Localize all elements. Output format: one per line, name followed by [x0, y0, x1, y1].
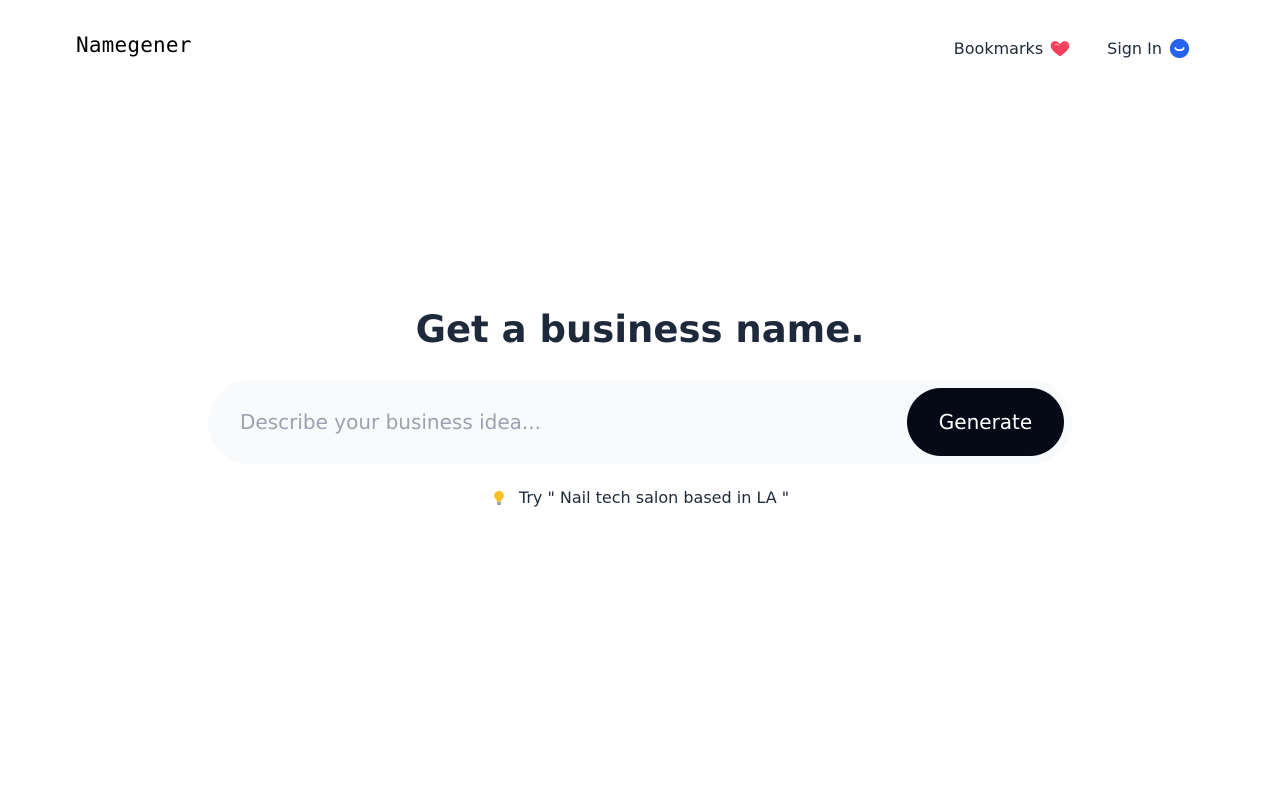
bookmarks-link[interactable]: Bookmarks	[954, 36, 1071, 60]
sign-in-link[interactable]: Sign In	[1107, 36, 1190, 60]
logo[interactable]: Namegener	[76, 33, 192, 57]
bookmarks-label: Bookmarks	[953, 38, 1044, 58]
suggestion-text[interactable]: Try " Nail tech salon based in LA "	[519, 488, 789, 507]
hero-section: Get a business name. Generate Try " Nail…	[0, 0, 1280, 800]
lightbulb-icon	[491, 490, 507, 506]
generate-button[interactable]: Generate	[907, 388, 1064, 456]
suggestion-hint: Try " Nail tech salon based in LA "	[0, 488, 1280, 507]
sign-in-label: Sign In	[1107, 38, 1162, 58]
heart-icon	[1049, 37, 1071, 59]
top-nav: Bookmarks Sign In	[954, 36, 1190, 60]
search-bar: Generate	[208, 380, 1072, 464]
smiley-icon	[1168, 37, 1190, 59]
page-title: Get a business name.	[415, 308, 865, 351]
business-idea-input[interactable]	[230, 392, 900, 452]
site-header: Namegener Bookmarks Sign In	[0, 0, 1280, 96]
